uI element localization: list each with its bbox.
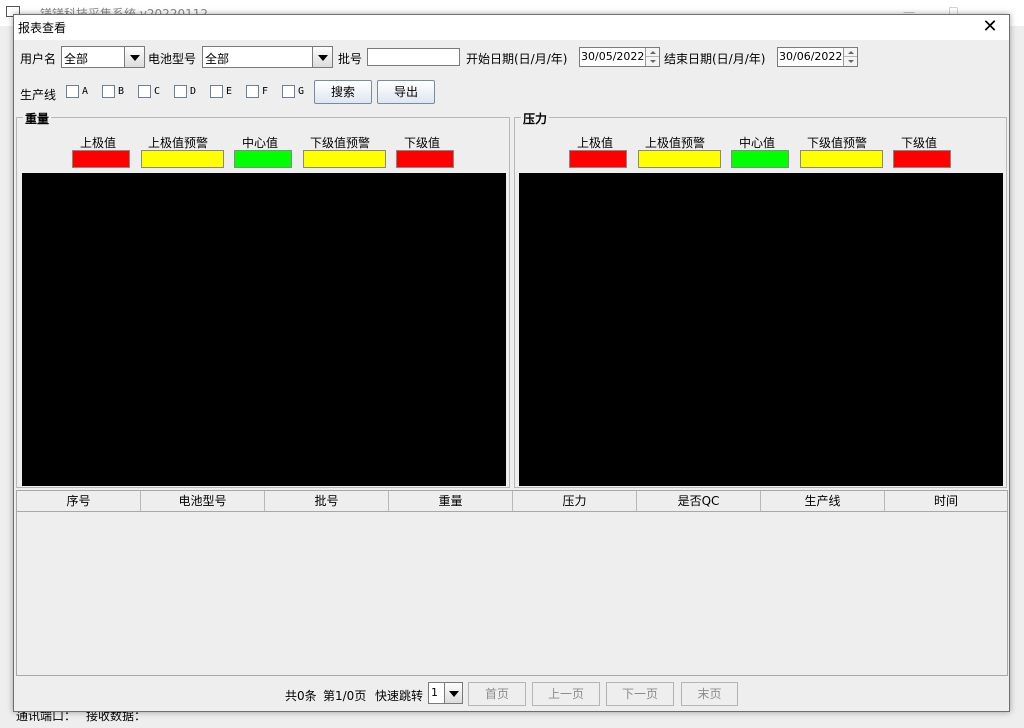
legend-upper-warning-swatch: [638, 150, 721, 168]
pager-jump-select[interactable]: 1: [428, 682, 463, 704]
column-header-production-line[interactable]: 生产线: [761, 491, 885, 511]
line-c-checkbox[interactable]: [138, 85, 151, 98]
close-icon[interactable]: ✕: [979, 16, 1001, 38]
production-line-label: 生产线: [20, 88, 57, 102]
line-e-checkbox[interactable]: [210, 85, 223, 98]
pager-jump-label: 快速跳转: [375, 689, 424, 703]
legend-lower-warning-label: 下级值预警: [807, 136, 868, 150]
batch-label: 批号: [338, 52, 363, 66]
legend-center-swatch: [731, 150, 789, 168]
legend-center-swatch: [234, 150, 292, 168]
end-date-label: 结束日期(日/月/年): [664, 52, 766, 66]
legend-lower-limit-swatch: [396, 150, 454, 168]
first-page-button[interactable]: 首页: [468, 682, 526, 706]
weight-panel: 重量 上极值 上极值预警 中心值 下级值预警 下级值: [16, 110, 510, 488]
report-dialog: 报表查看 ✕ 用户名 全部 电池型号 全部 批号 开始日期(日/月/年) 30/…: [13, 14, 1010, 712]
pager-total: 共0条: [285, 689, 317, 703]
line-d-label: D: [190, 86, 197, 97]
batch-input[interactable]: [367, 48, 460, 66]
legend-center-label: 中心值: [739, 136, 776, 150]
legend-lower-limit-label: 下级值: [404, 136, 441, 150]
column-header-index[interactable]: 序号: [17, 491, 141, 511]
legend-upper-limit-swatch: [72, 150, 130, 168]
line-a-label: A: [82, 86, 89, 97]
pressure-panel-title: 压力: [521, 110, 550, 127]
dialog-title: 报表查看: [18, 21, 67, 35]
pressure-chart-area: [519, 173, 1003, 486]
legend-lower-warning-swatch: [303, 150, 386, 168]
legend-lower-limit-swatch: [893, 150, 951, 168]
username-label: 用户名: [20, 52, 57, 66]
line-b-checkbox[interactable]: [102, 85, 115, 98]
column-header-batch[interactable]: 批号: [265, 491, 389, 511]
chevron-down-icon[interactable]: [444, 683, 462, 703]
end-date-spinner[interactable]: 30/06/2022: [777, 47, 858, 67]
prev-page-button[interactable]: 上一页: [532, 682, 600, 706]
line-a-checkbox[interactable]: [66, 85, 79, 98]
column-header-weight[interactable]: 重量: [389, 491, 513, 511]
chevron-down-icon[interactable]: [124, 47, 144, 67]
legend-upper-warning-swatch: [141, 150, 224, 168]
pressure-panel: 压力 上极值 上极值预警 中心值 下级值预警 下级值: [514, 110, 1007, 488]
legend-upper-limit-label: 上极值: [577, 136, 614, 150]
column-header-battery-type[interactable]: 电池型号: [141, 491, 265, 511]
line-e-label: E: [226, 86, 233, 97]
line-c-label: C: [154, 86, 161, 97]
column-header-is-qc[interactable]: 是否QC: [637, 491, 761, 511]
pager-page: 第1/0页: [323, 689, 367, 703]
weight-panel-title: 重量: [23, 110, 52, 127]
line-g-label: G: [298, 86, 305, 97]
battery-type-select[interactable]: 全部: [202, 46, 333, 68]
spinner-up-icon[interactable]: [646, 48, 659, 57]
column-header-pressure[interactable]: 压力: [513, 491, 637, 511]
line-g-checkbox[interactable]: [282, 85, 295, 98]
start-date-spinner[interactable]: 30/05/2022: [579, 47, 660, 67]
legend-lower-warning-label: 下级值预警: [310, 136, 371, 150]
line-f-checkbox[interactable]: [246, 85, 259, 98]
username-select[interactable]: 全部: [61, 46, 145, 68]
table-header: 序号 电池型号 批号 重量 压力 是否QC 生产线 时间: [17, 491, 1007, 512]
next-page-button[interactable]: 下一页: [606, 682, 674, 706]
legend-upper-limit-label: 上极值: [80, 136, 117, 150]
chevron-down-icon[interactable]: [312, 47, 332, 67]
report-table[interactable]: 序号 电池型号 批号 重量 压力 是否QC 生产线 时间: [16, 490, 1008, 676]
legend-upper-warning-label: 上极值预警: [645, 136, 706, 150]
legend-upper-warning-label: 上极值预警: [148, 136, 209, 150]
column-header-time[interactable]: 时间: [885, 491, 1007, 511]
line-d-checkbox[interactable]: [174, 85, 187, 98]
legend-lower-warning-swatch: [800, 150, 883, 168]
legend-center-label: 中心值: [242, 136, 279, 150]
weight-chart-area: [22, 173, 506, 486]
legend-upper-limit-swatch: [569, 150, 627, 168]
last-page-button[interactable]: 末页: [681, 682, 738, 706]
export-button[interactable]: 导出: [377, 80, 435, 104]
line-b-label: B: [118, 86, 125, 97]
battery-type-label: 电池型号: [148, 52, 197, 66]
legend-lower-limit-label: 下级值: [901, 136, 938, 150]
line-f-label: F: [262, 86, 269, 97]
start-date-label: 开始日期(日/月/年): [466, 52, 568, 66]
spinner-down-icon[interactable]: [844, 57, 857, 66]
search-button[interactable]: 搜索: [314, 80, 372, 104]
spinner-down-icon[interactable]: [646, 57, 659, 66]
spinner-up-icon[interactable]: [844, 48, 857, 57]
dialog-titlebar: 报表查看 ✕: [14, 15, 1009, 40]
